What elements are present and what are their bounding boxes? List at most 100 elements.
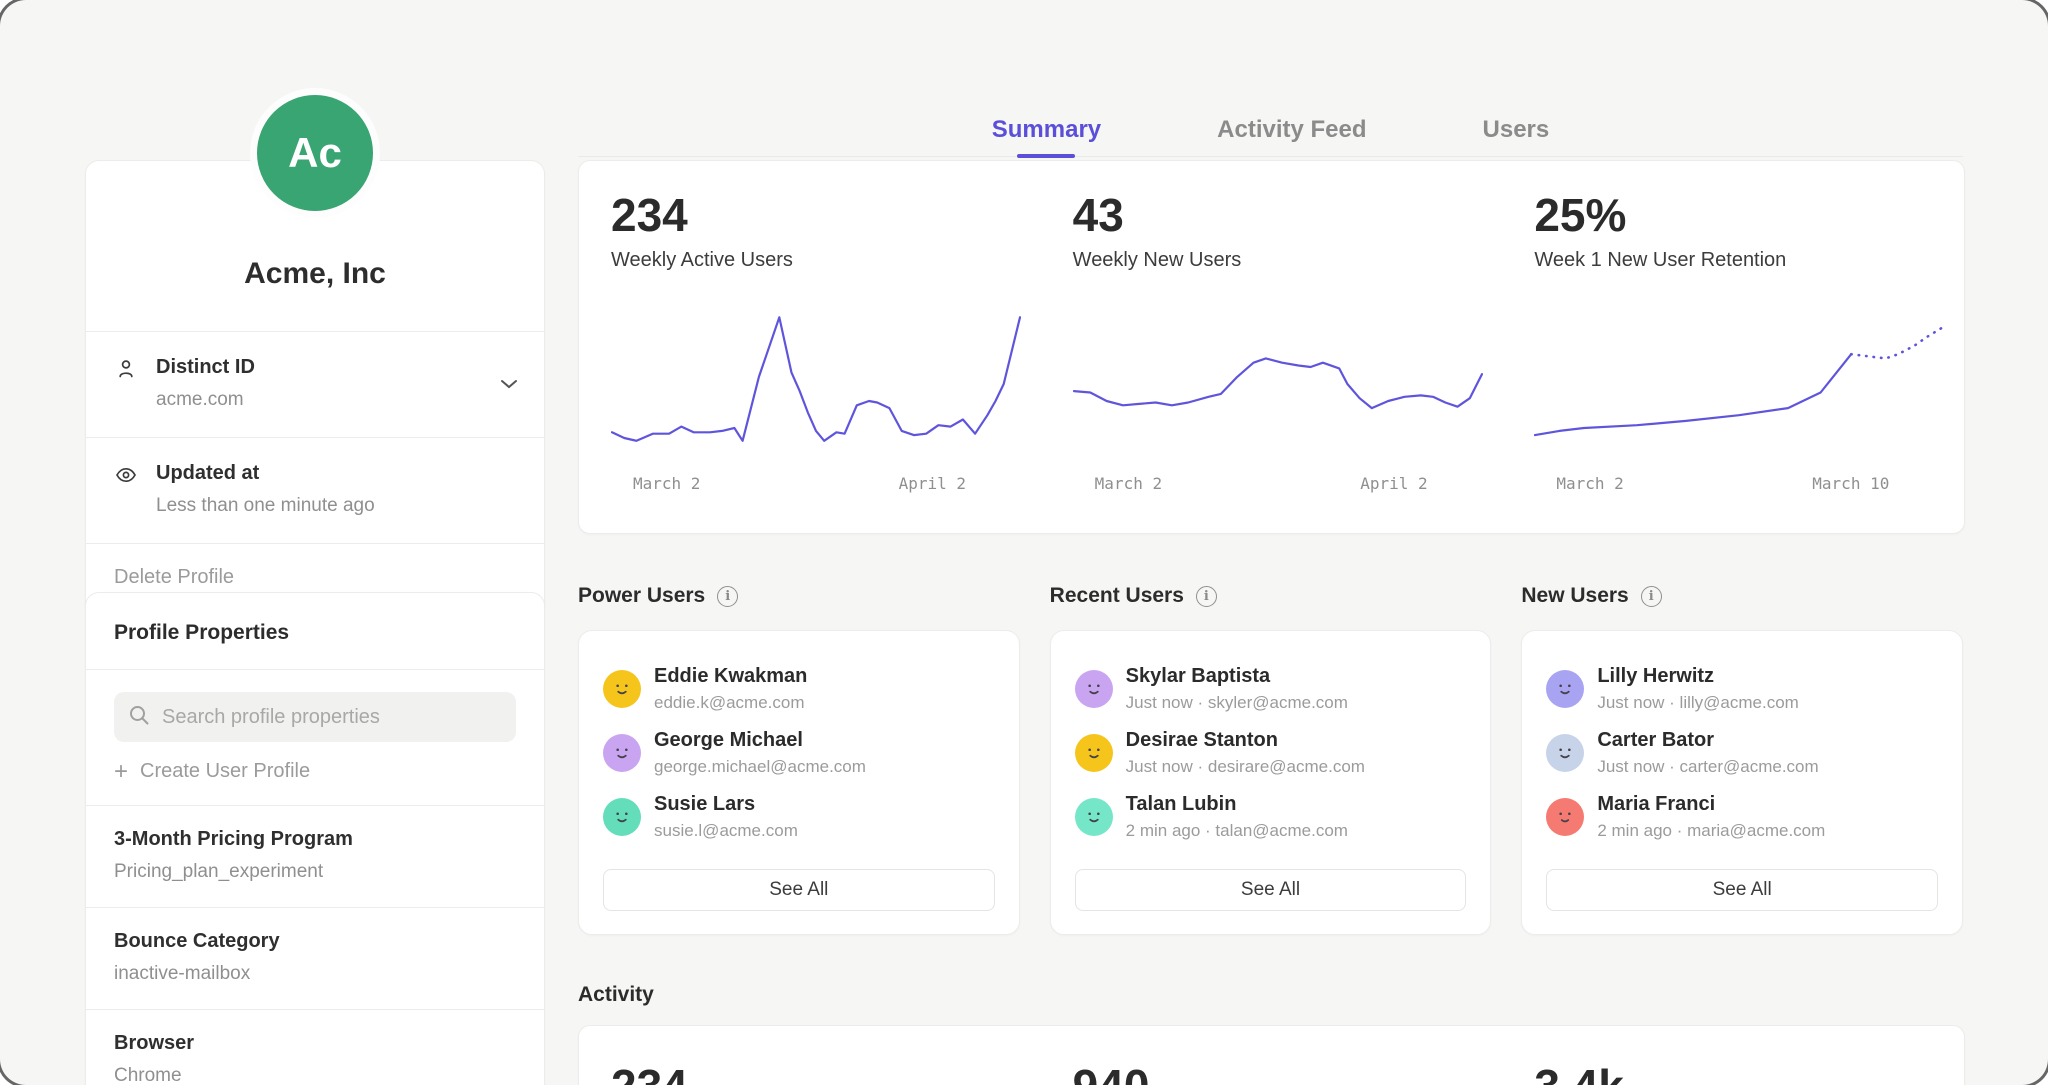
user-name: Skylar Baptista (1126, 665, 1348, 688)
user-list-item[interactable]: Skylar Baptista Just now · skyler@acme.c… (1075, 657, 1467, 721)
see-all-button[interactable]: See All (603, 869, 995, 911)
user-list-item[interactable]: Eddie Kwakman eddie.k@acme.com (603, 657, 995, 721)
avatar-face-icon (1081, 676, 1107, 702)
property-value: Pricing_plan_experiment (114, 861, 516, 883)
property-name: 3-Month Pricing Program (114, 828, 516, 851)
avatar-face-icon (609, 676, 635, 702)
new-users-column: New Users i Lilly Herwitz Just now · lil… (1521, 583, 1963, 935)
x-axis-labels: March 2 April 2 (611, 474, 1021, 493)
power-users-column: Power Users i Eddie Kwakman eddie.k@acme… (578, 583, 1020, 935)
user-list-item[interactable]: Talan Lubin 2 min ago · talan@acme.com (1075, 785, 1467, 849)
stat-weekly-active-users: 234 Weekly Active Users March 2 April 2 (579, 161, 1041, 533)
user-subtitle: 2 min ago · maria@acme.com (1597, 821, 1825, 841)
avatar-face-icon (1552, 676, 1578, 702)
user-name: Lilly Herwitz (1597, 665, 1798, 688)
profile-properties-title: Profile Properties (86, 593, 544, 670)
stat-value: 3.4k (1534, 1062, 1964, 1085)
avatar-face-icon (1552, 804, 1578, 830)
user-subtitle: Just now · carter@acme.com (1597, 757, 1818, 777)
avatar (603, 798, 641, 836)
info-icon[interactable]: i (717, 586, 738, 607)
chevron-down-icon[interactable] (500, 376, 518, 394)
user-subtitle: Just now · lilly@acme.com (1597, 693, 1798, 713)
distinct-id-value: acme.com (156, 389, 255, 411)
avatar (1546, 798, 1584, 836)
tab-summary[interactable]: Summary (992, 104, 1101, 156)
avatar-face-icon (1081, 804, 1107, 830)
activity-section-title: Activity (578, 983, 654, 1007)
user-list-item[interactable]: Desirae Stanton Just now · desirare@acme… (1075, 721, 1467, 785)
company-avatar-initials: Ac (288, 129, 342, 177)
property-row-pricing-program[interactable]: 3-Month Pricing Program Pricing_plan_exp… (86, 805, 544, 907)
user-list-item[interactable]: Maria Franci 2 min ago · maria@acme.com (1546, 785, 1938, 849)
summary-stats-card: 234 Weekly Active Users March 2 April 2 … (578, 160, 1965, 534)
create-user-profile-button[interactable]: + Create User Profile (114, 760, 516, 783)
avatar (603, 734, 641, 772)
retention-chart (1534, 310, 1944, 458)
x-tick: March 2 (1556, 474, 1623, 493)
user-list-item[interactable]: Lilly Herwitz Just now · lilly@acme.com (1546, 657, 1938, 721)
info-icon[interactable]: i (1196, 586, 1217, 607)
user-subtitle: Just now · desirare@acme.com (1126, 757, 1365, 777)
stat-label: Week 1 New User Retention (1534, 249, 1964, 272)
recent-users-column: Recent Users i Skylar Baptista Just now … (1050, 583, 1492, 935)
avatar (1075, 798, 1113, 836)
property-name: Browser (114, 1032, 516, 1055)
x-tick: April 2 (1360, 474, 1427, 493)
user-name: George Michael (654, 729, 866, 752)
avatar (603, 670, 641, 708)
user-subtitle: susie.l@acme.com (654, 821, 798, 841)
stat-label: Weekly Active Users (611, 249, 1041, 272)
recent-users-card: Skylar Baptista Just now · skyler@acme.c… (1050, 630, 1492, 935)
user-subtitle: Just now · skyler@acme.com (1126, 693, 1348, 713)
search-profile-properties-input[interactable] (160, 705, 502, 730)
avatar-face-icon (609, 804, 635, 830)
tab-activity-feed[interactable]: Activity Feed (1217, 104, 1366, 156)
distinct-id-row[interactable]: Distinct ID acme.com (86, 331, 544, 437)
user-name: Carter Bator (1597, 729, 1818, 752)
see-all-button[interactable]: See All (1546, 869, 1938, 911)
power-users-card: Eddie Kwakman eddie.k@acme.com George Mi… (578, 630, 1020, 935)
stat-value: 940 (1073, 1062, 1503, 1085)
stat-value: 234 (611, 191, 1041, 239)
company-profile-page: Ac Acme, Inc Distinct ID acme.com (0, 0, 2048, 1085)
activity-stat-1: 234 (579, 1026, 1041, 1085)
property-row-browser[interactable]: Browser Chrome (86, 1009, 544, 1085)
avatar-face-icon (609, 740, 635, 766)
search-icon (128, 704, 150, 731)
stat-label: Weekly New Users (1073, 249, 1503, 272)
user-list-item[interactable]: Carter Bator Just now · carter@acme.com (1546, 721, 1938, 785)
stat-value: 25% (1534, 191, 1964, 239)
weekly-new-users-chart (1073, 310, 1483, 458)
user-subtitle: george.michael@acme.com (654, 757, 866, 777)
property-name: Bounce Category (114, 930, 516, 953)
company-avatar: Ac (250, 88, 380, 218)
x-tick: April 2 (899, 474, 966, 493)
tab-users[interactable]: Users (1483, 104, 1550, 156)
new-users-title: New Users (1521, 584, 1628, 608)
avatar (1546, 670, 1584, 708)
x-axis-labels: March 2 March 10 (1534, 474, 1944, 493)
tab-bar: Summary Activity Feed Users (578, 104, 1963, 157)
plus-icon: + (114, 762, 128, 782)
stat-value: 234 (611, 1062, 1041, 1085)
user-name: Susie Lars (654, 793, 798, 816)
x-tick: March 2 (1095, 474, 1162, 493)
property-row-bounce-category[interactable]: Bounce Category inactive-mailbox (86, 907, 544, 1009)
user-list-item[interactable]: George Michael george.michael@acme.com (603, 721, 995, 785)
avatar-face-icon (1081, 740, 1107, 766)
activity-stat-3: 3.4k (1502, 1026, 1964, 1085)
updated-at-label: Updated at (156, 462, 375, 485)
activity-card: 234 940 3.4k (578, 1025, 1965, 1085)
user-list-item[interactable]: Susie Lars susie.l@acme.com (603, 785, 995, 849)
search-profile-properties[interactable] (114, 692, 516, 742)
avatar (1075, 734, 1113, 772)
stat-weekly-new-users: 43 Weekly New Users March 2 April 2 (1041, 161, 1503, 533)
see-all-button[interactable]: See All (1075, 869, 1467, 911)
user-name: Maria Franci (1597, 793, 1825, 816)
user-name: Talan Lubin (1126, 793, 1348, 816)
x-tick: March 2 (633, 474, 700, 493)
x-axis-labels: March 2 April 2 (1073, 474, 1483, 493)
stat-week1-retention: 25% Week 1 New User Retention March 2 Ma… (1502, 161, 1964, 533)
info-icon[interactable]: i (1641, 586, 1662, 607)
